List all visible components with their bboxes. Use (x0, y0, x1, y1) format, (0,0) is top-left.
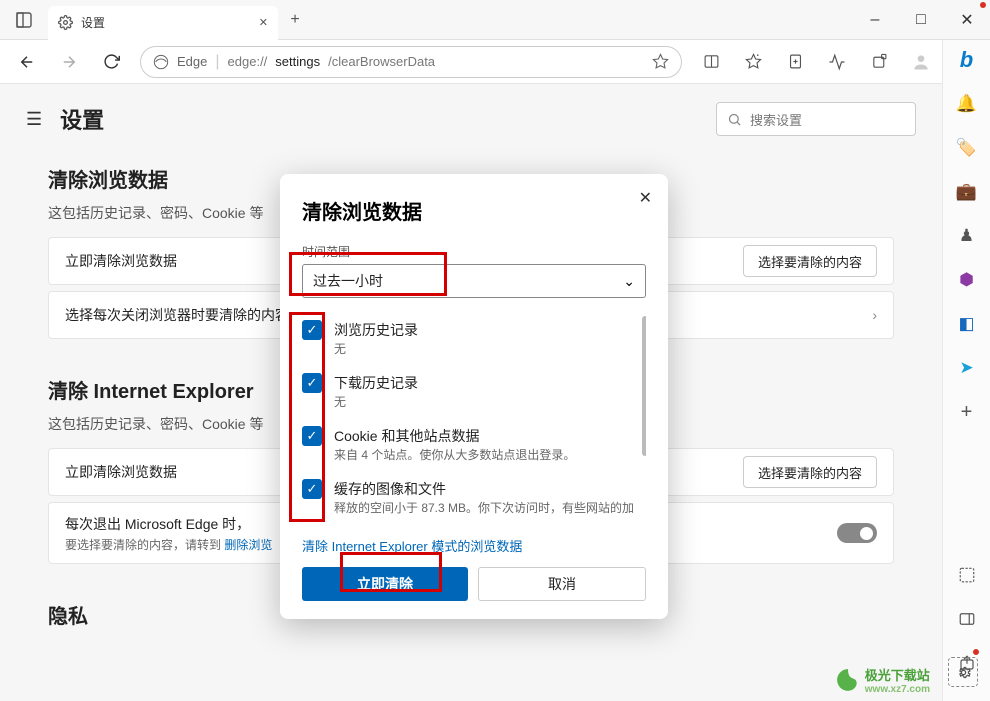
games-icon[interactable]: ♟ (951, 220, 983, 252)
tab-title: 设置 (81, 14, 251, 31)
split-screen-icon[interactable] (692, 45, 730, 79)
new-tab-button[interactable]: + (278, 3, 312, 37)
scrollbar[interactable] (642, 316, 646, 456)
profile-icon[interactable] (902, 45, 940, 79)
back-button[interactable] (8, 45, 46, 79)
favorites-icon[interactable] (734, 45, 772, 79)
toggle-sidebar-icon[interactable] (951, 603, 983, 635)
checkbox-icon[interactable]: ✓ (302, 479, 322, 499)
title-bar: 设置 ✕ + – □ ✕ (0, 0, 990, 40)
modal-backdrop: ✕ 清除浏览数据 时间范围 过去一小时 ⌄ ✓ 浏览历史记录无 ✓ 下载历史记录… (0, 84, 942, 701)
list-item[interactable]: ✓ 下载历史记录无 (302, 365, 646, 418)
clear-ie-link[interactable]: 清除 Internet Explorer 模式的浏览数据 (302, 536, 522, 555)
checkbox-icon[interactable]: ✓ (302, 373, 322, 393)
office-icon[interactable]: ⬢ (951, 264, 983, 296)
notification-icon[interactable]: 🔔 (951, 88, 983, 120)
close-tab-icon[interactable]: ✕ (259, 16, 268, 29)
watermark: 极光下载站 www.xz7.com (835, 665, 930, 695)
edge-label: Edge (177, 54, 207, 69)
shopping-tag-icon[interactable]: 🏷️ (951, 132, 983, 164)
browser-toolbar: Edge | edge://settings/clearBrowserData (0, 40, 990, 84)
settings-page: ☰ 设置 搜索设置 清除浏览数据 这包括历史记录、密码、Cookie 等 立即清… (0, 84, 942, 701)
list-item[interactable]: ✓ 缓存的图像和文件释放的空间小于 87.3 MB。你下次访问时，有些网站的加 (302, 471, 646, 522)
maximize-button[interactable]: □ (898, 0, 944, 40)
clear-data-modal: ✕ 清除浏览数据 时间范围 过去一小时 ⌄ ✓ 浏览历史记录无 ✓ 下载历史记录… (280, 174, 668, 619)
collections-icon[interactable] (776, 45, 814, 79)
add-sidebar-icon[interactable]: + (951, 396, 983, 428)
list-item[interactable]: ✓ Cookie 和其他站点数据来自 4 个站点。使你从大多数站点退出登录。 (302, 418, 646, 471)
clear-now-button[interactable]: 立即清除 (302, 567, 468, 601)
url-path: /clearBrowserData (328, 54, 435, 69)
tabs-button[interactable] (0, 12, 48, 28)
settings-gear-icon[interactable] (948, 657, 978, 687)
time-range-select[interactable]: 过去一小时 ⌄ (302, 264, 646, 298)
refresh-button[interactable] (92, 45, 130, 79)
minimize-button[interactable]: – (852, 0, 898, 40)
browser-tab[interactable]: 设置 ✕ (48, 6, 278, 40)
checkbox-icon[interactable]: ✓ (302, 320, 322, 340)
edge-logo-icon (153, 54, 169, 70)
forward-button[interactable] (50, 45, 88, 79)
bing-icon[interactable]: b (951, 44, 983, 76)
clear-options-list: ✓ 浏览历史记录无 ✓ 下载历史记录无 ✓ Cookie 和其他站点数据来自 4… (302, 312, 646, 522)
cancel-button[interactable]: 取消 (478, 567, 646, 601)
outlook-icon[interactable]: ◧ (951, 308, 983, 340)
time-range-label: 时间范围 (302, 243, 646, 260)
address-bar[interactable]: Edge | edge://settings/clearBrowserData (140, 46, 682, 78)
list-item[interactable]: ✓ 浏览历史记录无 (302, 312, 646, 365)
tools-briefcase-icon[interactable]: 💼 (951, 176, 983, 208)
checkbox-icon[interactable]: ✓ (302, 426, 322, 446)
url-scheme: edge:// (228, 54, 268, 69)
extensions-icon[interactable] (860, 45, 898, 79)
edge-sidebar: b 🔔 🏷️ 💼 ♟ ⬢ ◧ ➤ + (942, 40, 990, 701)
gear-icon (58, 15, 73, 30)
url-host: settings (275, 54, 320, 69)
screenshot-icon[interactable] (951, 559, 983, 591)
favorite-star-icon[interactable] (652, 53, 669, 70)
modal-close-icon[interactable]: ✕ (639, 188, 652, 208)
send-icon[interactable]: ➤ (951, 352, 983, 384)
modal-title: 清除浏览数据 (302, 196, 646, 225)
chevron-down-icon: ⌄ (623, 273, 635, 290)
performance-icon[interactable] (818, 45, 856, 79)
